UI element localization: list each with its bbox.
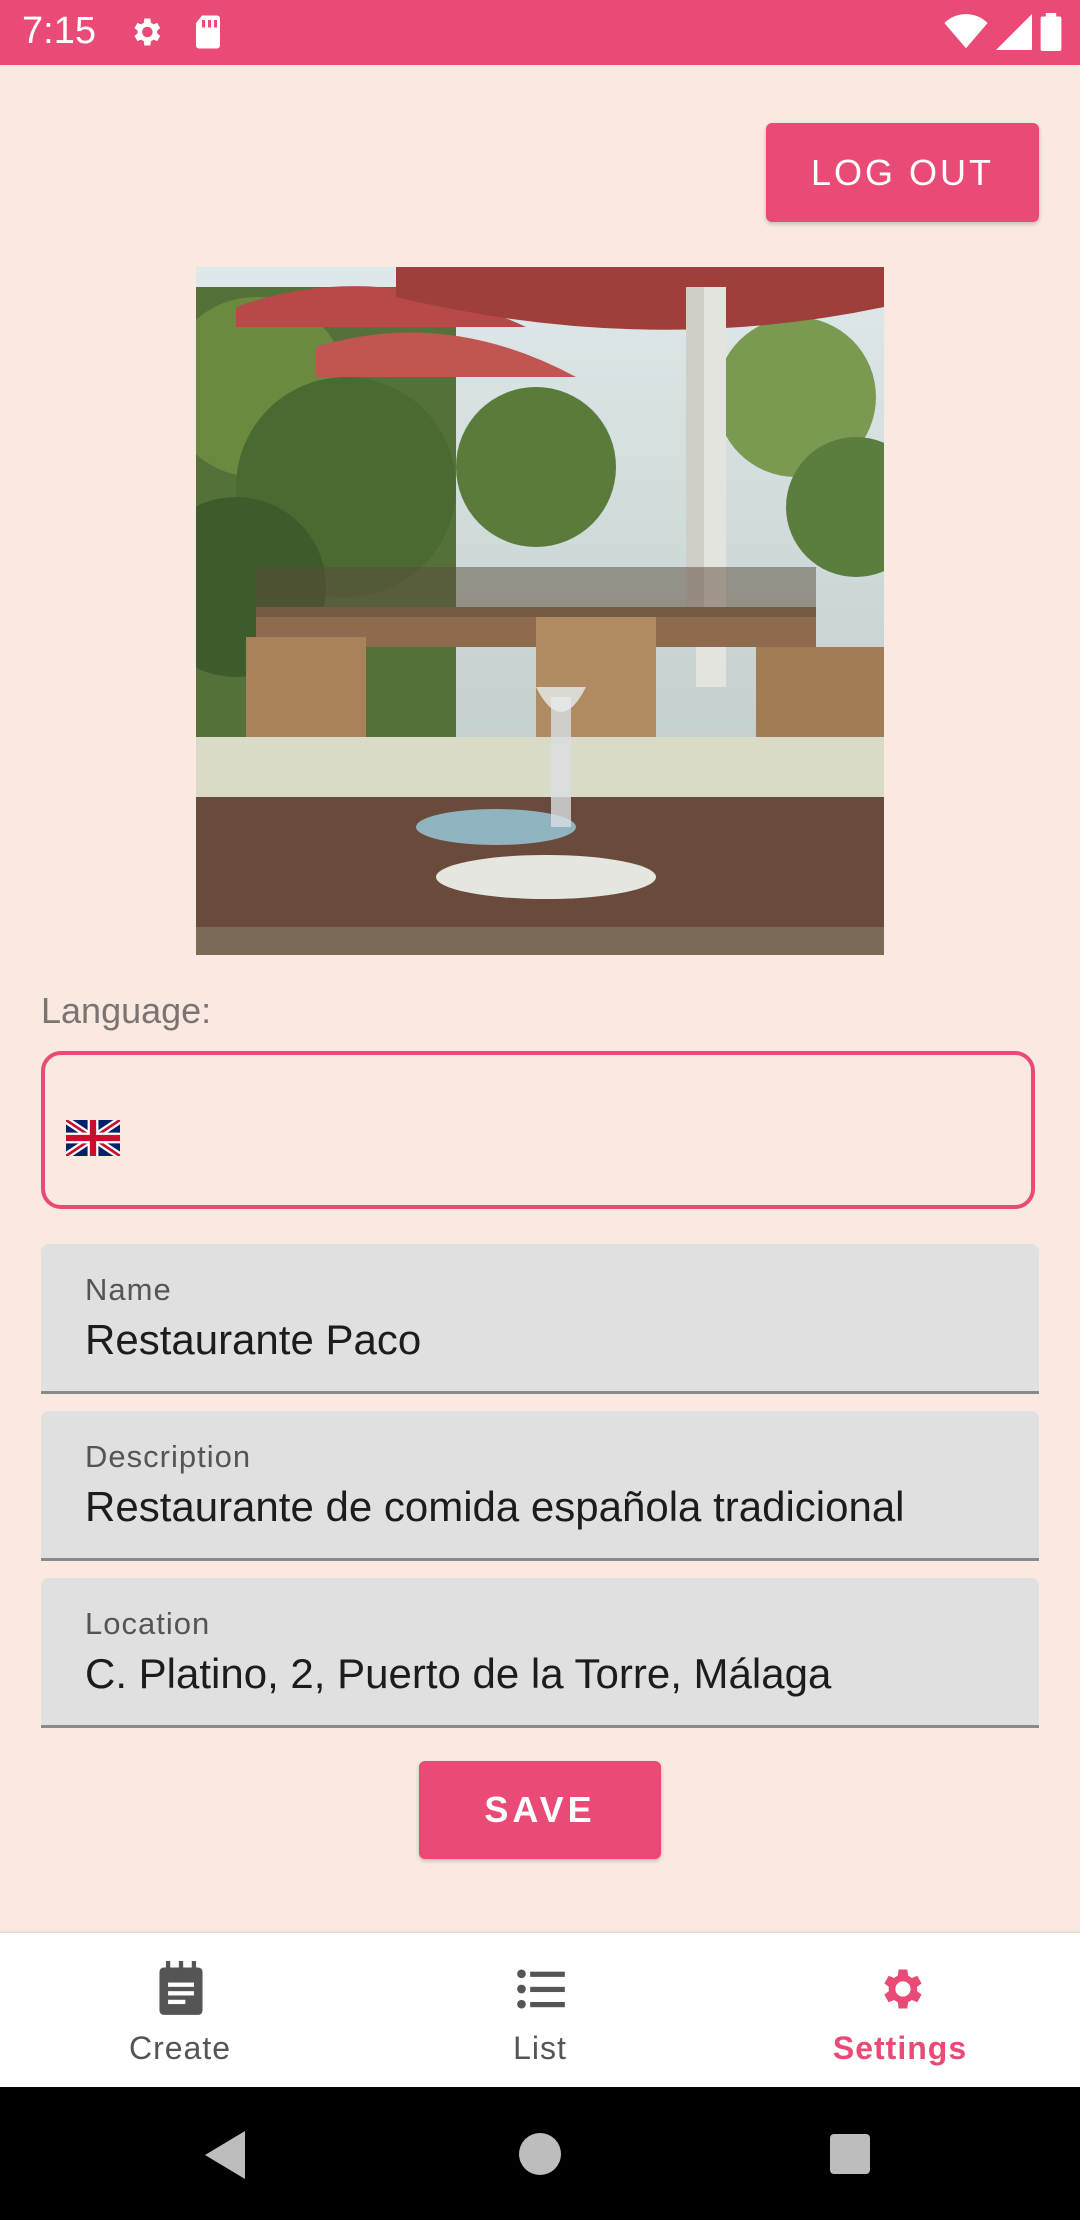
- name-field[interactable]: Name Restaurante Paco: [41, 1244, 1039, 1394]
- clipboard-icon: [159, 1961, 203, 2015]
- save-button[interactable]: SAVE: [419, 1761, 661, 1859]
- description-label: Description: [85, 1439, 252, 1474]
- restaurant-photo: [196, 267, 884, 955]
- nav-label-settings: Settings: [832, 2030, 968, 2066]
- status-time: 7:15: [22, 10, 96, 52]
- location-label: Location: [85, 1606, 211, 1641]
- wifi-icon: [944, 14, 988, 49]
- logout-button[interactable]: LOG OUT: [766, 123, 1039, 222]
- uk-flag-icon: [66, 1120, 120, 1156]
- name-label: Name: [85, 1272, 172, 1307]
- home-icon[interactable]: [519, 2133, 561, 2175]
- gear-icon: [884, 1969, 922, 2009]
- description-value[interactable]: Restaurante de comida española tradicion…: [85, 1483, 905, 1531]
- settings-status-icon: [134, 18, 161, 46]
- language-select[interactable]: [41, 1051, 1035, 1209]
- back-icon[interactable]: [205, 2131, 249, 2179]
- language-label: Language:: [41, 990, 212, 1031]
- battery-icon: [1040, 13, 1062, 51]
- nav-item-create[interactable]: Create: [0, 1933, 360, 2087]
- system-navigation-bar: [0, 2087, 1080, 2220]
- location-field[interactable]: Location C. Platino, 2, Puerto de la Tor…: [41, 1578, 1039, 1728]
- status-indicators: [944, 12, 1062, 52]
- status-bar: 7:15: [0, 0, 1080, 65]
- name-value[interactable]: Restaurante Paco: [85, 1316, 421, 1364]
- signal-icon: [996, 14, 1032, 50]
- location-value[interactable]: C. Platino, 2, Puerto de la Torre, Málag…: [85, 1650, 831, 1698]
- recents-icon[interactable]: [830, 2134, 870, 2174]
- description-field[interactable]: Description Restaurante de comida españo…: [41, 1411, 1039, 1561]
- nav-item-settings[interactable]: Settings: [720, 1933, 1080, 2087]
- sd-card-icon: [196, 15, 220, 49]
- nav-label-list: List: [513, 2030, 567, 2066]
- list-icon: [517, 1969, 565, 2009]
- nav-item-list[interactable]: List: [360, 1933, 720, 2087]
- nav-label-create: Create: [128, 2030, 232, 2066]
- bottom-navigation: Create List Settings: [0, 1933, 1080, 2087]
